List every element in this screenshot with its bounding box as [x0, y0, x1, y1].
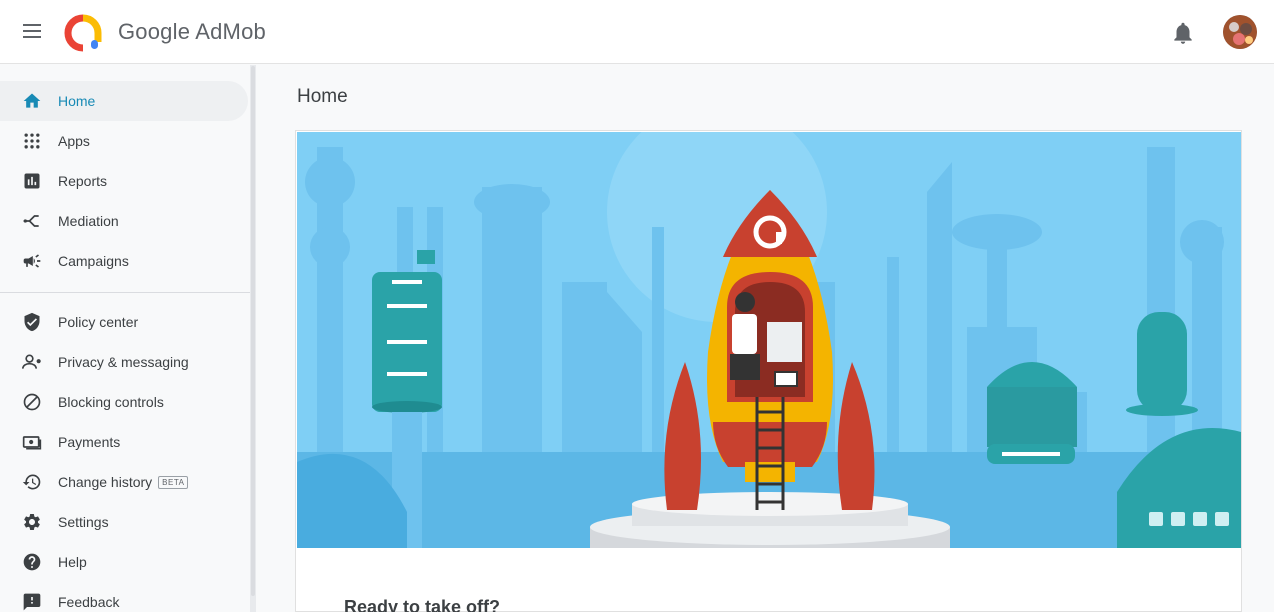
menu-icon[interactable]: [18, 20, 46, 44]
sidebar-item-policy-center[interactable]: Policy center: [0, 302, 248, 342]
sidebar-item-label: Reports: [58, 173, 108, 189]
sidebar-item-apps[interactable]: Apps: [0, 121, 248, 161]
feedback-icon: [23, 593, 41, 611]
sidebar-item-feedback[interactable]: Feedback: [0, 582, 248, 612]
megaphone-icon: [23, 254, 41, 268]
brand-name[interactable]: Google AdMob: [118, 19, 266, 45]
sidebar-item-label: Settings: [58, 514, 109, 530]
sidebar-item-payments[interactable]: Payments: [0, 422, 248, 462]
home-icon: [23, 93, 41, 108]
welcome-card: Ready to take off?: [295, 130, 1242, 612]
shield-icon: [24, 312, 40, 332]
bell-icon[interactable]: [1170, 20, 1196, 46]
beta-badge: BETA: [158, 476, 189, 489]
sidebar-item-label: Mediation: [58, 213, 119, 229]
sidebar-item-label: Campaigns: [58, 253, 129, 269]
top-app-bar: Google AdMob: [0, 0, 1274, 64]
sidebar-item-home[interactable]: Home: [0, 81, 248, 121]
sidebar-item-label: Home: [58, 93, 96, 109]
sidebar-item-reports[interactable]: Reports: [0, 161, 248, 201]
sidebar-item-settings[interactable]: Settings: [0, 502, 248, 542]
payments-icon: [22, 436, 42, 450]
sidebar-item-help[interactable]: Help: [0, 542, 248, 582]
sidebar-scrollbar-thumb[interactable]: [251, 66, 255, 596]
sidebar-item-label: Change history BETA: [58, 474, 189, 490]
rocket-launch-illustration: [297, 132, 1241, 548]
sidebar-item-mediation[interactable]: Mediation: [0, 201, 248, 241]
sidebar-item-label: Feedback: [58, 594, 120, 610]
sidebar-item-campaigns[interactable]: Campaigns: [0, 241, 248, 281]
sidebar-item-label: Help: [58, 554, 87, 570]
reports-icon: [24, 173, 40, 189]
user-avatar[interactable]: [1223, 15, 1257, 49]
history-icon: [22, 474, 41, 490]
admob-logo-icon[interactable]: [64, 14, 102, 52]
gear-icon: [24, 514, 40, 530]
sidebar-item-change-history[interactable]: Change history BETA: [0, 462, 248, 502]
sidebar-item-blocking-controls[interactable]: Blocking controls: [0, 382, 248, 422]
block-icon: [23, 393, 41, 411]
sidebar-item-label: Blocking controls: [58, 394, 164, 410]
apps-grid-icon: [24, 133, 40, 149]
privacy-icon: [22, 354, 41, 369]
sidebar-item-label: Policy center: [58, 314, 139, 330]
sidebar-divider: [0, 292, 250, 293]
sidebar-item-label: Apps: [58, 133, 90, 149]
sidebar: Home Apps Reports Mediation Campaigns Po…: [0, 65, 250, 612]
page-title: Home: [297, 86, 348, 107]
sidebar-item-label: Payments: [58, 434, 121, 450]
card-heading: Ready to take off?: [344, 597, 501, 612]
mediation-icon: [23, 215, 39, 227]
sidebar-item-privacy-messaging[interactable]: Privacy & messaging: [0, 342, 248, 382]
sidebar-item-label: Privacy & messaging: [58, 354, 189, 370]
help-icon: [23, 553, 41, 571]
